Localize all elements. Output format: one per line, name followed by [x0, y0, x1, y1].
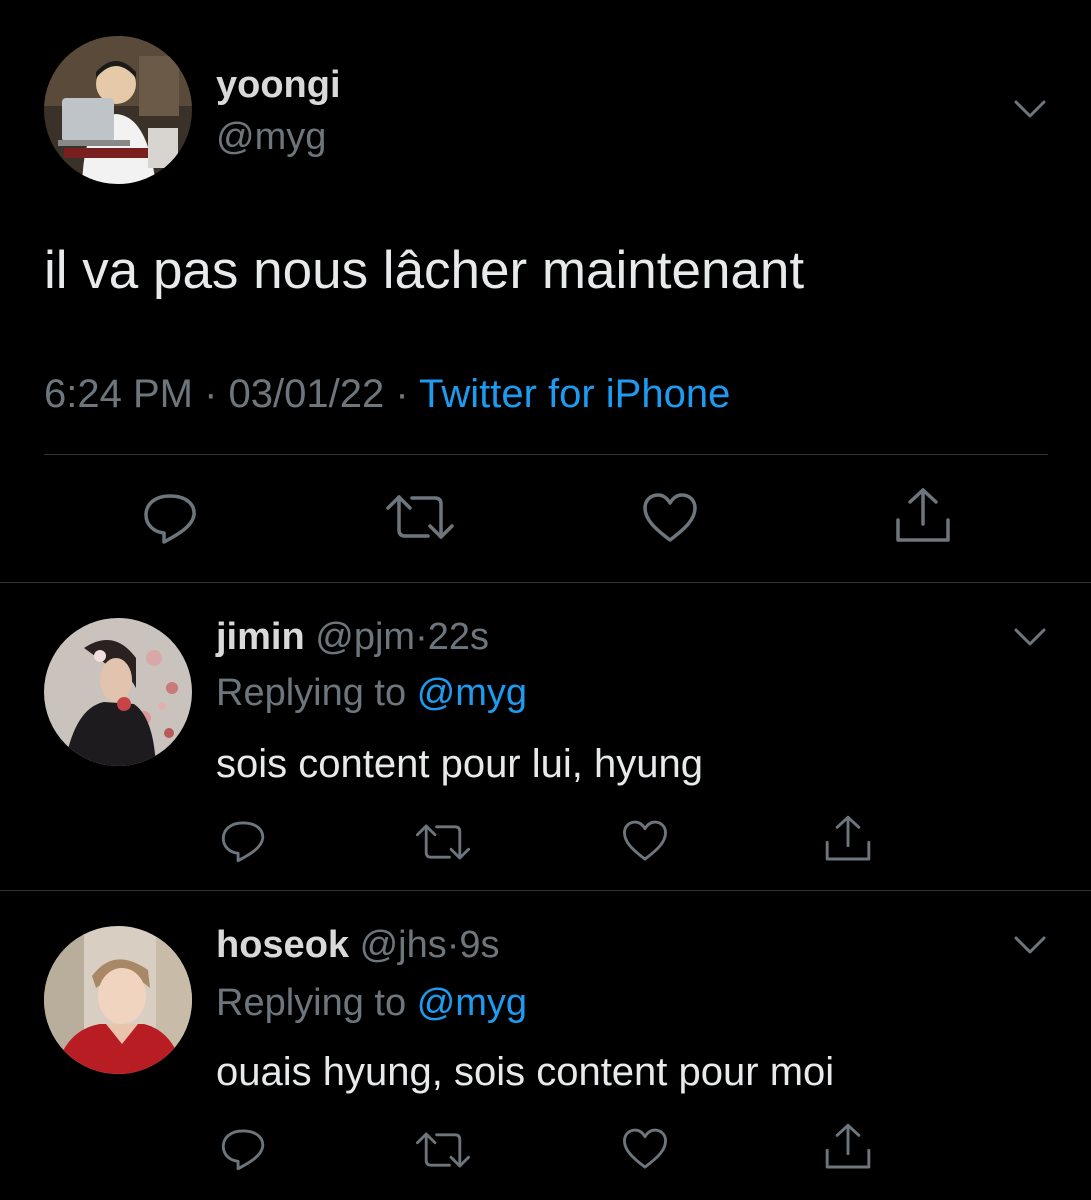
tweet-meta: 6:24 PM · 03/01/22 · Twitter for iPhone — [44, 372, 730, 417]
replying-to: Replying to @myg — [216, 982, 527, 1025]
heart-icon[interactable] — [640, 490, 700, 546]
tweet-source-link[interactable]: Twitter for iPhone — [419, 372, 730, 416]
display-name[interactable]: yoongi — [216, 64, 341, 107]
chevron-down-icon[interactable] — [1008, 96, 1052, 124]
share-icon[interactable] — [822, 814, 874, 864]
retweet-icon[interactable] — [414, 1130, 472, 1170]
divider — [44, 454, 1048, 455]
handle[interactable]: @myg — [216, 116, 326, 159]
tweet-time: 6:24 PM — [44, 372, 193, 416]
tweet-text: il va pas nous lâcher maintenant — [44, 241, 805, 300]
replying-to-label: Replying to — [216, 672, 407, 714]
meta-separator: · — [446, 924, 460, 966]
reply-header: jimin @pjm·22s — [216, 616, 489, 659]
display-name[interactable]: jimin — [216, 616, 305, 658]
handle[interactable]: @jhs — [360, 924, 447, 966]
retweet-icon[interactable] — [414, 822, 472, 862]
handle[interactable]: @pjm — [315, 616, 415, 658]
chevron-down-icon[interactable] — [1008, 932, 1052, 960]
reply-icon[interactable] — [218, 1126, 268, 1172]
reply-header: hoseok @jhs·9s — [216, 924, 500, 967]
replying-to-handle-link[interactable]: @myg — [417, 672, 527, 714]
heart-icon[interactable] — [620, 1126, 670, 1172]
replying-to: Replying to @myg — [216, 672, 527, 715]
replying-to-label: Replying to — [216, 982, 407, 1024]
avatar-yoongi[interactable] — [44, 36, 192, 184]
divider — [0, 582, 1091, 583]
avatar-hoseok[interactable] — [44, 926, 192, 1074]
display-name[interactable]: hoseok — [216, 924, 349, 966]
reply-text: ouais hyung, sois content pour moi — [216, 1050, 835, 1094]
share-icon[interactable] — [822, 1122, 874, 1172]
reply-age: 9s — [459, 924, 500, 966]
heart-icon[interactable] — [620, 818, 670, 864]
meta-separator: · — [395, 372, 409, 416]
tweet-date: 03/01/22 — [228, 372, 385, 416]
reply-age: 22s — [427, 616, 489, 658]
reply-icon[interactable] — [140, 490, 200, 546]
reply-text: sois content pour lui, hyung — [216, 742, 703, 786]
share-icon[interactable] — [892, 486, 954, 546]
reply-icon[interactable] — [218, 818, 268, 864]
chevron-down-icon[interactable] — [1008, 624, 1052, 652]
replying-to-handle-link[interactable]: @myg — [417, 982, 527, 1024]
meta-separator: · — [415, 616, 428, 658]
meta-separator: · — [204, 372, 218, 416]
retweet-icon[interactable] — [384, 492, 456, 542]
divider — [0, 890, 1091, 891]
avatar-jimin[interactable] — [44, 618, 192, 766]
